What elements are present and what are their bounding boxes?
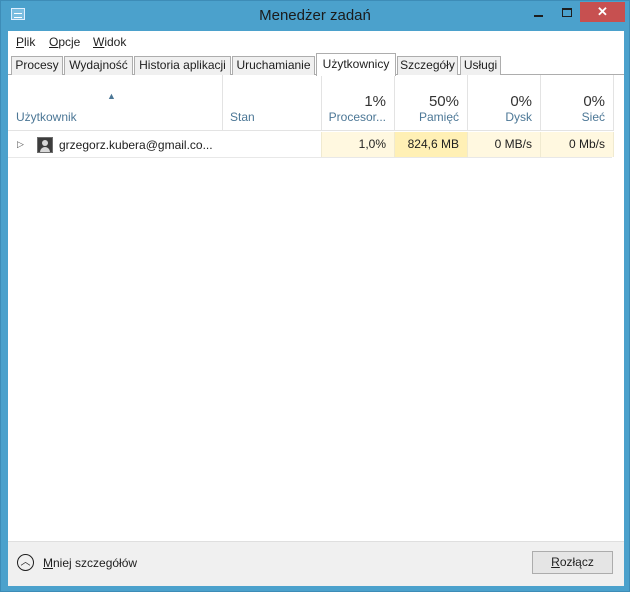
cpu-cell: 1,0%	[322, 132, 395, 157]
chevron-up-circle-icon[interactable]: ︿	[17, 554, 34, 571]
user-name: grzegorz.kubera@gmail.co...	[59, 138, 213, 152]
fewer-details-link[interactable]: Mniej szczegółów	[43, 556, 137, 570]
sort-ascending-icon: ▲	[107, 91, 116, 101]
column-label-status: Stan	[230, 110, 255, 124]
disconnect-button[interactable]: Rozłącz	[532, 551, 613, 574]
menu-view[interactable]: Widok	[93, 35, 126, 49]
column-label-user: Użytkownik	[16, 110, 77, 124]
maximize-icon	[561, 8, 572, 18]
network-total-percent: 0%	[583, 93, 605, 110]
minimize-icon	[534, 14, 543, 17]
cpu-total-percent: 1%	[364, 93, 386, 110]
column-header-cpu[interactable]: 1% Procesor...	[322, 75, 395, 131]
tab-details[interactable]: Szczegóły	[397, 56, 458, 75]
tab-app-history[interactable]: Historia aplikacji	[134, 56, 231, 75]
client-area: Plik Opcje Widok Procesy Wydajność Histo…	[8, 31, 624, 586]
column-header-user[interactable]: ▲ Użytkownik	[8, 75, 223, 131]
column-label-cpu: Procesor...	[328, 110, 386, 124]
users-table: ▲ Użytkownik Stan 1% Procesor... 50% Pam…	[8, 75, 624, 541]
column-header-network[interactable]: 0% Sieć	[541, 75, 614, 131]
column-label-memory: Pamięć	[418, 110, 459, 124]
column-label-disk: Dysk	[505, 110, 532, 124]
tab-startup[interactable]: Uruchamianie	[232, 56, 315, 75]
tab-performance[interactable]: Wydajność	[64, 56, 133, 75]
memory-total-percent: 50%	[428, 93, 459, 110]
title-bar[interactable]: Menedżer zadań ✕	[1, 1, 629, 31]
column-label-network: Sieć	[581, 110, 605, 124]
minimize-button[interactable]	[525, 2, 552, 22]
menu-options[interactable]: Opcje	[49, 35, 80, 49]
menu-file[interactable]: Plik	[16, 35, 35, 49]
tab-processes[interactable]: Procesy	[11, 56, 63, 75]
expand-arrow-icon[interactable]: ▷	[17, 139, 24, 150]
tab-strip: Procesy Wydajność Historia aplikacji Uru…	[8, 53, 624, 76]
close-icon: ✕	[597, 4, 608, 19]
maximize-button[interactable]	[553, 2, 580, 22]
close-button[interactable]: ✕	[580, 2, 625, 22]
tab-users[interactable]: Użytkownicy	[316, 53, 396, 76]
disk-cell: 0 MB/s	[468, 132, 541, 157]
network-cell: 0 Mb/s	[541, 132, 614, 157]
table-row[interactable]: ▷ grzegorz.kubera@gmail.co... 1,0% 824,6…	[8, 132, 614, 158]
memory-cell: 824,6 MB	[395, 132, 468, 157]
tab-services[interactable]: Usługi	[460, 56, 501, 75]
column-header-disk[interactable]: 0% Dysk	[468, 75, 541, 131]
footer-bar: ︿ Mniej szczegółów Rozłącz	[8, 541, 624, 586]
status-cell	[223, 132, 322, 157]
column-header-memory[interactable]: 50% Pamięć	[395, 75, 468, 131]
disk-total-percent: 0%	[510, 93, 532, 110]
user-avatar-icon	[37, 137, 53, 153]
task-manager-window: Menedżer zadań ✕ Plik Opcje Widok Proces…	[0, 0, 630, 592]
menu-bar: Plik Opcje Widok	[8, 31, 624, 53]
column-header-status[interactable]: Stan	[223, 75, 322, 131]
